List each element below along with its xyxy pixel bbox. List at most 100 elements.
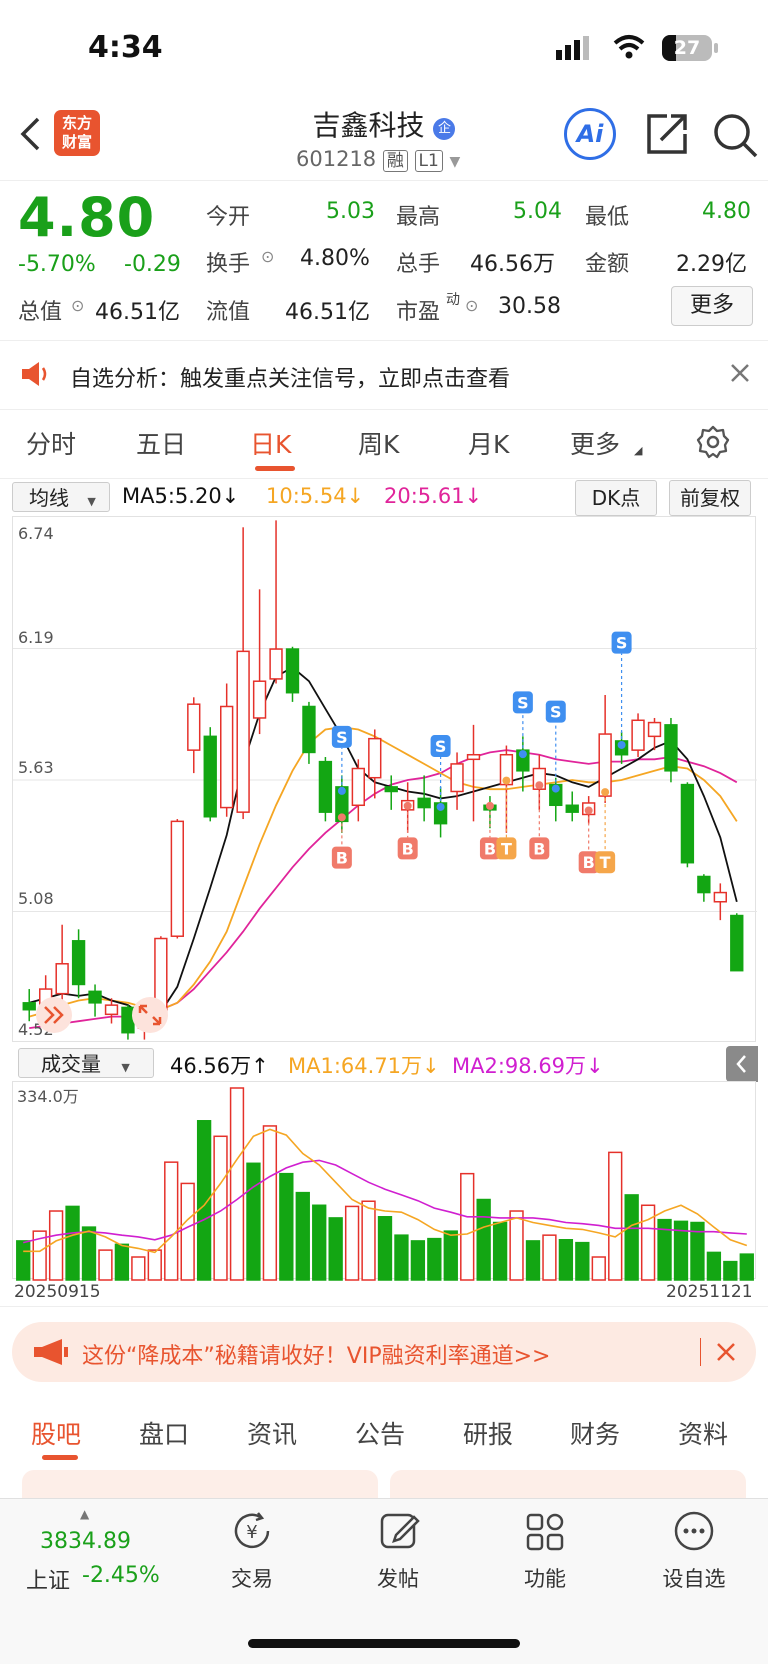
promo-text: 这份“降成本”秘籍请收好！VIP融资利率通道>> xyxy=(82,1344,551,1369)
tab-intraday[interactable]: 分时 xyxy=(26,425,76,461)
candle xyxy=(71,929,86,999)
search-icon[interactable] xyxy=(712,112,758,162)
volume-bar xyxy=(131,1256,146,1281)
signal-t[interactable]: T xyxy=(595,788,616,874)
signal-s[interactable]: S xyxy=(611,631,632,749)
functions-icon[interactable] xyxy=(524,1509,568,1557)
tab-monthly-k[interactable]: 月K xyxy=(468,425,509,461)
chevron-up-icon[interactable]: ▲ xyxy=(80,1507,89,1521)
more-button[interactable]: 更多 xyxy=(671,286,753,326)
index-name[interactable]: 上证 xyxy=(26,1563,70,1595)
share-icon[interactable] xyxy=(645,112,689,160)
tab-profile[interactable]: 资料 xyxy=(678,1415,728,1451)
candle xyxy=(516,736,530,792)
tab-daily-k[interactable]: 日K xyxy=(250,425,291,461)
signal-s[interactable]: S xyxy=(512,691,533,759)
adjust-button[interactable]: 前复权 xyxy=(669,480,751,516)
dock-post[interactable]: 发帖 xyxy=(358,1563,438,1593)
dock-trade[interactable]: 交易 xyxy=(212,1563,292,1593)
corner-triangle-icon: ◢ xyxy=(634,444,643,457)
feed-card-right[interactable] xyxy=(390,1470,746,1500)
info-icon[interactable]: ⊙ xyxy=(465,296,478,315)
volume-bar xyxy=(147,1249,162,1281)
index-value[interactable]: 3834.89 xyxy=(40,1529,131,1554)
signal-s[interactable]: S xyxy=(331,725,352,795)
volume-chart[interactable]: 334.0万 xyxy=(12,1081,756,1281)
dock-add-watchlist[interactable]: 设自选 xyxy=(644,1563,744,1593)
tab-weekly-k[interactable]: 周K xyxy=(358,425,399,461)
svg-text:B: B xyxy=(484,839,496,858)
candle xyxy=(384,775,398,810)
price-axis-top: 6.74 xyxy=(18,524,54,543)
volume-selector[interactable]: 成交量 ▼ xyxy=(18,1048,154,1078)
tab-pankou[interactable]: 盘口 xyxy=(139,1415,189,1451)
volume-bar xyxy=(361,1200,376,1281)
collapse-panel-button[interactable] xyxy=(726,1046,758,1082)
low-value: 4.80 xyxy=(702,199,751,224)
battery-icon: 27 xyxy=(662,35,712,61)
signal-icon xyxy=(556,36,590,64)
close-icon[interactable] xyxy=(730,363,750,387)
volume-bar xyxy=(229,1087,245,1281)
fullscreen-icon[interactable] xyxy=(132,997,168,1033)
tab-announcements[interactable]: 公告 xyxy=(355,1415,405,1451)
info-icon[interactable]: ⊙ xyxy=(261,247,274,266)
svg-text:S: S xyxy=(550,703,562,722)
volume-bars xyxy=(16,1087,754,1281)
svg-text:T: T xyxy=(600,853,611,872)
dk-point-button[interactable]: DK点 xyxy=(575,480,657,516)
info-icon[interactable]: ⊙ xyxy=(71,296,84,315)
pe-label: 市盈 xyxy=(396,300,441,325)
change-percent: -5.70% xyxy=(18,252,96,277)
home-indicator[interactable] xyxy=(248,1639,520,1648)
amount-label: 金额 xyxy=(585,252,630,277)
kline-grid xyxy=(13,648,757,912)
feed-card-left[interactable] xyxy=(22,1470,378,1500)
svg-text:S: S xyxy=(336,728,348,747)
candle xyxy=(549,777,563,822)
tabs-divider xyxy=(0,478,768,479)
volume-bar xyxy=(328,1217,343,1281)
tab-five-day[interactable]: 五日 xyxy=(136,425,186,461)
ma10-line xyxy=(28,726,738,1018)
dock-functions[interactable]: 功能 xyxy=(505,1563,585,1593)
notice-bar[interactable]: 自选分析：触发重点关注信号，立即点击查看 xyxy=(0,340,768,410)
post-icon[interactable] xyxy=(378,1509,422,1557)
volume-bar xyxy=(509,1210,524,1281)
ma5-readout: MA5:5.20↓ xyxy=(122,484,240,508)
promo-banner[interactable]: 这份“降成本”秘籍请收好！VIP融资利率通道>> xyxy=(12,1322,756,1382)
tab-finance[interactable]: 财务 xyxy=(570,1415,620,1451)
tab-guba[interactable]: 股吧 xyxy=(31,1415,81,1451)
tab-research[interactable]: 研报 xyxy=(463,1415,513,1451)
more-options-icon[interactable] xyxy=(672,1509,716,1557)
close-icon[interactable] xyxy=(716,1342,736,1366)
ai-button[interactable]: Ai xyxy=(564,108,616,160)
candle xyxy=(220,683,234,817)
candle xyxy=(170,819,184,939)
signal-b[interactable]: B xyxy=(529,781,550,860)
battery-level: 27 xyxy=(673,37,701,59)
ma-selector[interactable]: 均线 ▼ xyxy=(12,482,110,512)
candle xyxy=(252,589,267,735)
ma20-line xyxy=(29,749,738,1029)
volume-bar xyxy=(344,1205,360,1281)
candle xyxy=(302,701,316,764)
stock-code: 601218 xyxy=(296,147,377,171)
chevron-down-icon: ▼ xyxy=(121,1061,130,1074)
trade-icon[interactable]: ¥ xyxy=(230,1509,274,1557)
volume-bar xyxy=(591,1256,606,1281)
tab-news[interactable]: 资讯 xyxy=(247,1415,297,1451)
price-axis-4: 5.08 xyxy=(18,889,54,908)
gear-icon[interactable] xyxy=(696,425,730,463)
kline-chart[interactable]: SB BSB TSBSB TS 6.74 6.19 5.63 5.08 4.52 xyxy=(12,516,757,1042)
svg-text:B: B xyxy=(402,839,414,858)
high-label: 最高 xyxy=(396,205,441,230)
index-change[interactable]: -2.45% xyxy=(82,1563,160,1588)
candle xyxy=(121,1005,135,1040)
candle xyxy=(730,913,744,972)
tab-more[interactable]: 更多 xyxy=(570,425,620,461)
svg-text:B: B xyxy=(583,853,595,872)
chevron-down-icon[interactable]: ▼ xyxy=(450,154,461,170)
candle xyxy=(565,791,579,822)
scroll-left-icon[interactable] xyxy=(36,997,72,1033)
